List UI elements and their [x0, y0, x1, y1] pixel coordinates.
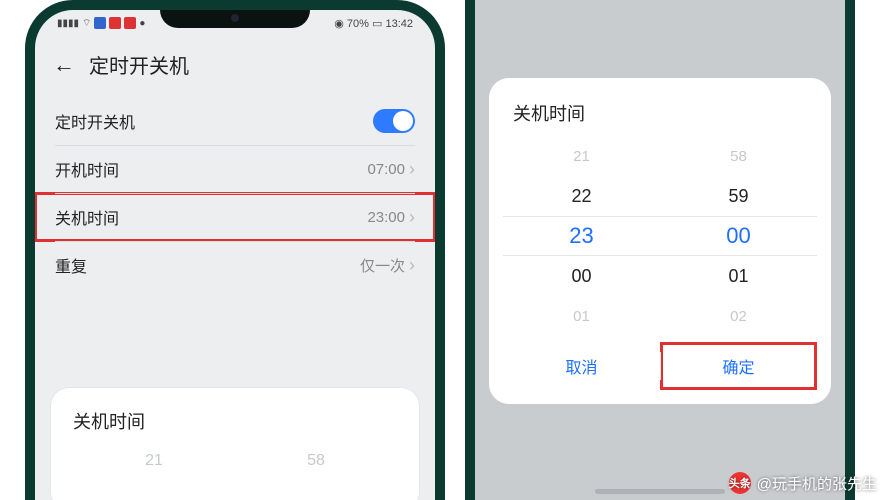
settings-list: 定时开关机 开机时间 07:00 › 关机时间 23:00 › 重复: [35, 97, 435, 289]
row-value: 07:00: [367, 161, 405, 178]
picker-item: 01: [660, 256, 817, 296]
picker-item: 59: [660, 176, 817, 216]
app-badge-icon: [109, 17, 121, 29]
cancel-button[interactable]: 取消: [503, 342, 660, 390]
gesture-nav-pill[interactable]: [595, 489, 725, 494]
chevron-right-icon: ›: [409, 256, 415, 274]
back-icon[interactable]: ←: [53, 52, 75, 78]
time-picker-card-peek: 关机时间 21 58: [51, 388, 419, 500]
row-label: 关机时间: [55, 205, 119, 229]
row-repeat[interactable]: 重复 仅一次 ›: [35, 241, 435, 289]
chevron-right-icon: ›: [409, 160, 415, 178]
ok-button[interactable]: 确定: [660, 342, 817, 390]
picker-item: 00: [503, 256, 660, 296]
picker-item-selected: 23: [503, 216, 660, 256]
picker-item: 22: [503, 176, 660, 216]
picker-hour-column[interactable]: 21 22 23 00 01: [503, 136, 660, 336]
app-badge-icon: [124, 17, 136, 29]
dialog-title: 关机时间: [503, 100, 817, 126]
row-value: 23:00: [367, 209, 405, 226]
page-header: ← 定时开关机: [35, 36, 435, 97]
battery-bar-icon: ▭: [372, 18, 382, 30]
row-power-on-time[interactable]: 开机时间 07:00 ›: [35, 145, 435, 193]
row-value: 仅一次: [360, 255, 405, 276]
watermark-text: @玩手机的张先生: [757, 473, 877, 494]
card-title: 关机时间: [73, 408, 397, 434]
picker-minute-column[interactable]: 58 59 00 01 02: [660, 136, 817, 336]
picker-item-selected: 00: [660, 216, 817, 256]
row-label: 重复: [55, 253, 87, 277]
row-label: 开机时间: [55, 157, 119, 181]
app-badge-icon: [94, 17, 106, 29]
picker-minute-fade: 58: [307, 452, 325, 470]
toutiao-logo-icon: 头条: [729, 472, 751, 494]
picker-item: 58: [660, 136, 817, 176]
picker-item: 02: [660, 296, 817, 336]
toggle-switch[interactable]: [373, 109, 415, 133]
phone-frame-left: ▮▮▮▮ ⌔ ● ◉ 70% ▭ 13:42 ← 定时开关机 定时开关机: [25, 0, 445, 500]
signal-icon: ▮▮▮▮: [57, 18, 79, 29]
battery-icon: ◉: [334, 18, 344, 30]
picker-item: 01: [503, 296, 660, 336]
picker-item: 21: [503, 136, 660, 176]
wifi-icon: ⌔: [82, 17, 91, 30]
status-bar: ▮▮▮▮ ⌔ ● ◉ 70% ▭ 13:42: [35, 10, 435, 36]
watermark: 头条 @玩手机的张先生: [729, 472, 877, 494]
clock: 13:42: [385, 18, 413, 30]
page-title: 定时开关机: [89, 50, 189, 79]
time-picker-dialog: 关机时间 21 22 23 00 01 58 59 00 01 02: [489, 78, 831, 404]
dialog-button-bar: 取消 确定: [503, 342, 817, 390]
time-picker[interactable]: 21 22 23 00 01 58 59 00 01 02: [503, 136, 817, 336]
picker-hour-fade: 21: [145, 452, 163, 470]
wechat-icon: ●: [139, 18, 145, 29]
battery-percent: 70%: [347, 18, 369, 30]
row-toggle-scheduled-power[interactable]: 定时开关机: [35, 97, 435, 145]
row-power-off-time[interactable]: 关机时间 23:00 ›: [35, 193, 435, 241]
chevron-right-icon: ›: [409, 208, 415, 226]
phone-frame-right: 关机时间 21 22 23 00 01 58 59 00 01 02: [465, 0, 855, 500]
row-label: 定时开关机: [55, 109, 135, 133]
